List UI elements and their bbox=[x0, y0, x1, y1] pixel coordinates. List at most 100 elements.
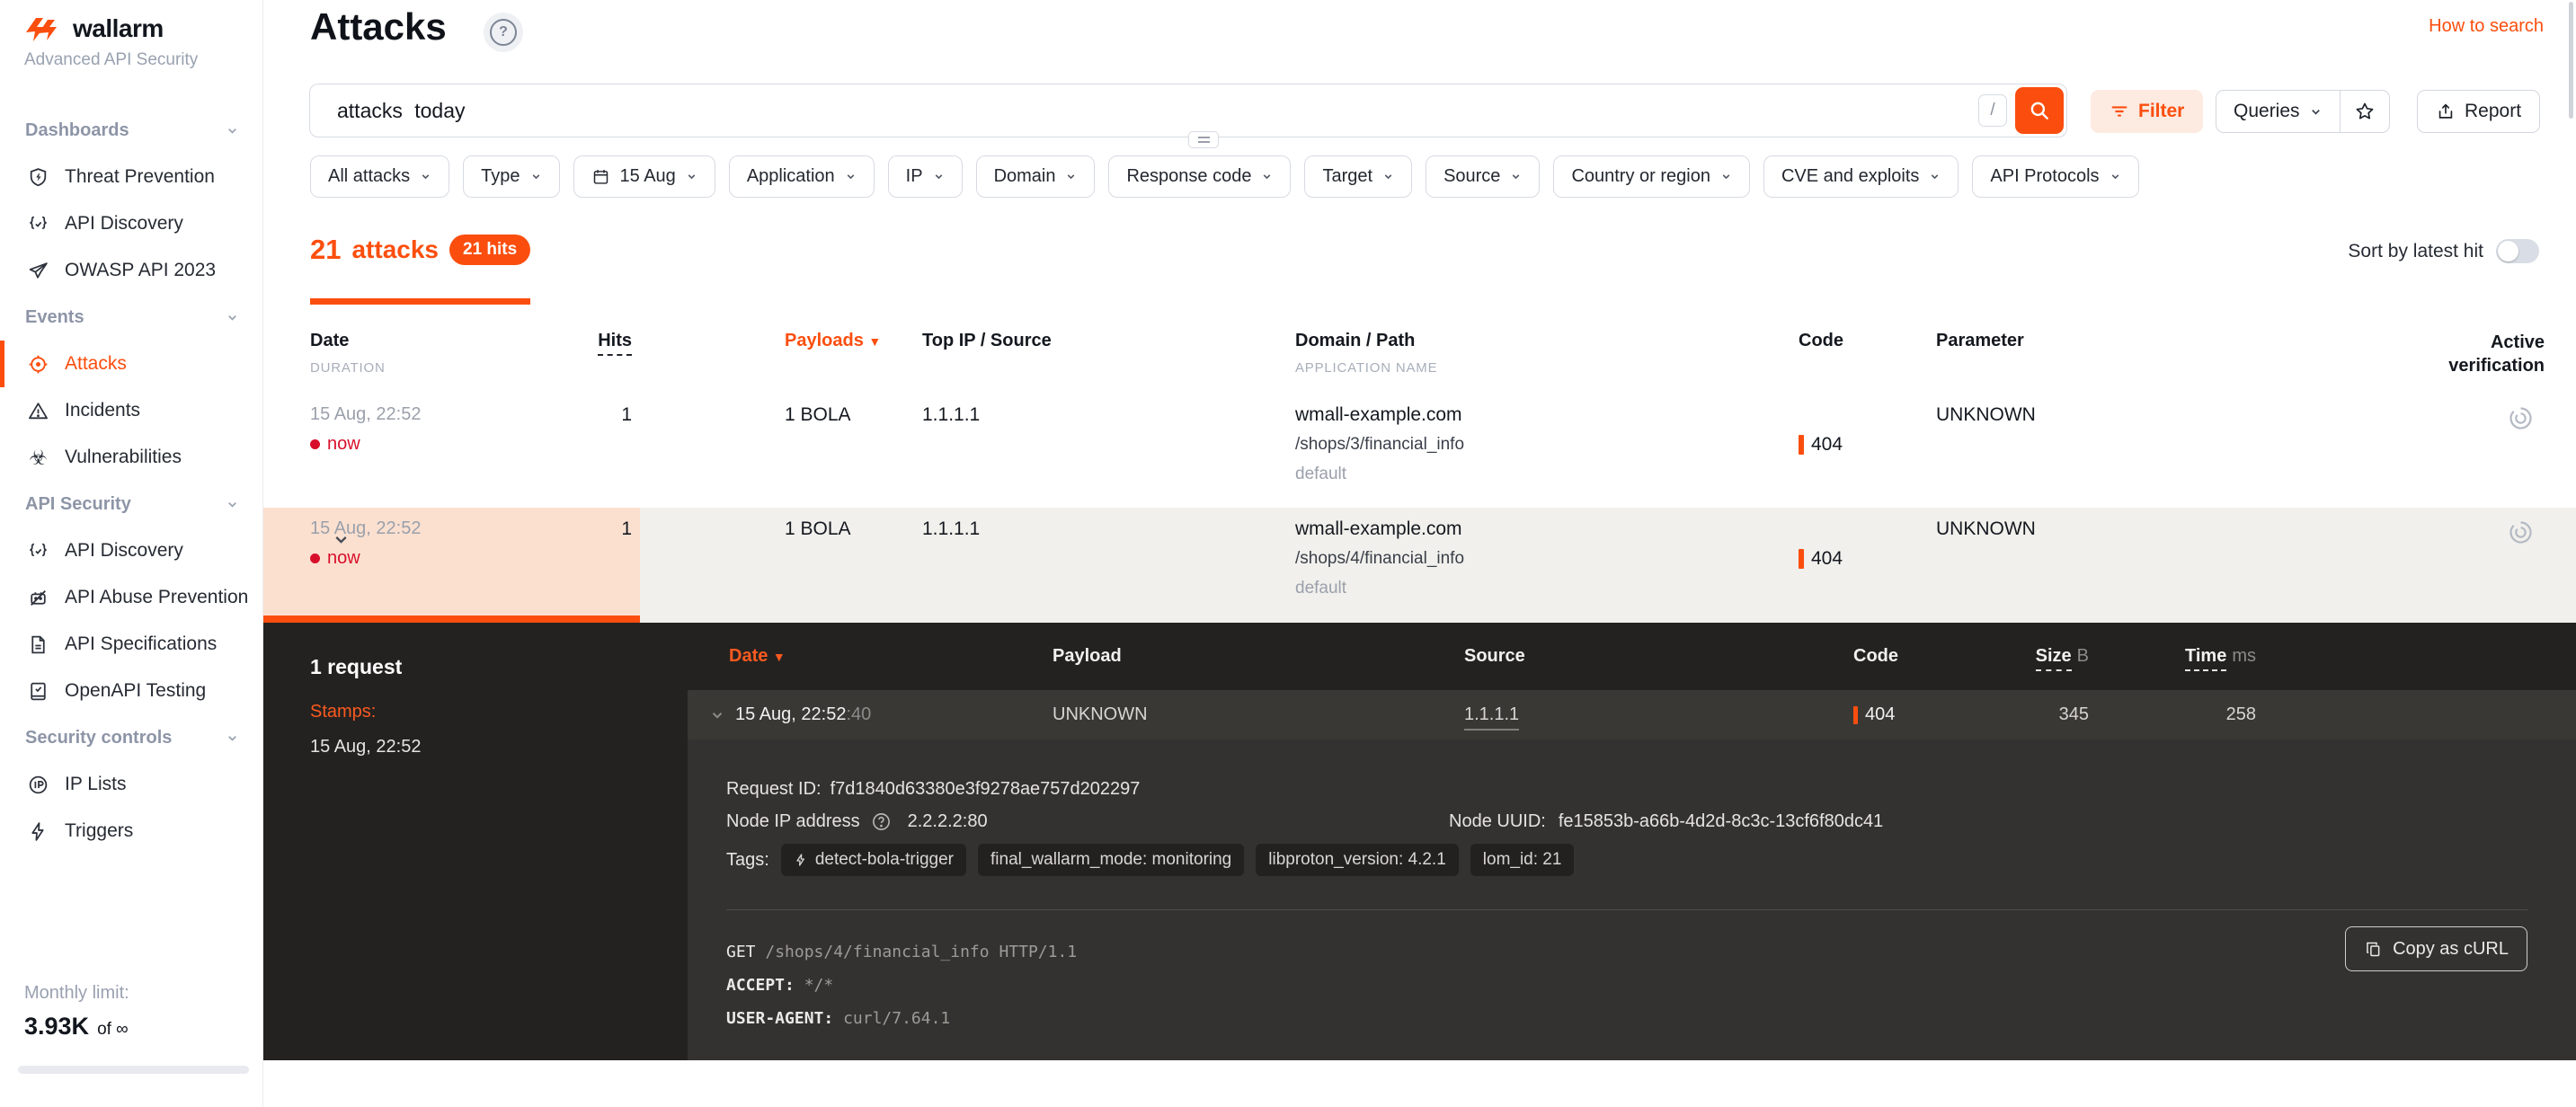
report-button[interactable]: Report bbox=[2417, 90, 2540, 133]
sidebar-item-attacks[interactable]: Attacks bbox=[0, 341, 262, 387]
chevron-down-icon bbox=[226, 731, 239, 745]
sidebar-item-vulnerabilities[interactable]: ☣ Vulnerabilities bbox=[0, 434, 262, 481]
stamps-label: Stamps: bbox=[310, 702, 376, 722]
req-col-date-sort[interactable]: Date ▼ bbox=[688, 646, 1053, 667]
main-content: Attacks ? How to search / Filter Queries… bbox=[262, 0, 2576, 1107]
braces-check-icon bbox=[27, 540, 49, 562]
chip-target[interactable]: Target bbox=[1304, 155, 1412, 198]
sidebar-item-api-discovery-2[interactable]: API Discovery bbox=[0, 527, 262, 574]
chip-ip[interactable]: IP bbox=[888, 155, 963, 198]
chip-source[interactable]: Source bbox=[1426, 155, 1540, 198]
tag[interactable]: lom_id: 21 bbox=[1470, 844, 1575, 876]
sidebar-item-threat-prevention[interactable]: Threat Prevention bbox=[0, 154, 262, 200]
monthly-limit: Monthly limit: 3.93K of ∞ bbox=[0, 983, 250, 1041]
chevron-down-icon[interactable] bbox=[709, 707, 725, 723]
col-code: Code bbox=[1799, 331, 1936, 377]
attacks-count-tab[interactable]: 21 attacks 21 hits bbox=[310, 234, 530, 305]
chevron-down-icon bbox=[1382, 171, 1394, 182]
monthly-limit-value: 3.93K bbox=[24, 1013, 89, 1041]
filter-button[interactable]: Filter bbox=[2091, 90, 2203, 133]
sort-desc-icon: ▼ bbox=[868, 334, 881, 349]
req-col-time-sort[interactable]: Time bbox=[2185, 646, 2226, 671]
chip-all-attacks[interactable]: All attacks bbox=[310, 155, 449, 198]
chevron-down-icon bbox=[226, 124, 239, 137]
shield-bolt-icon bbox=[27, 166, 49, 189]
chip-type[interactable]: Type bbox=[463, 155, 559, 198]
monthly-limit-suffix: of ∞ bbox=[97, 1020, 129, 1040]
sidebar: wallarm Advanced API Security Dashboards… bbox=[0, 0, 263, 1107]
queries-button[interactable]: Queries bbox=[2216, 91, 2340, 132]
sidebar-item-api-specifications[interactable]: API Specifications bbox=[0, 621, 262, 668]
tag[interactable]: detect-bola-trigger bbox=[781, 844, 966, 876]
brand-name: wallarm bbox=[73, 14, 164, 43]
chip-date[interactable]: 15 Aug bbox=[573, 155, 715, 198]
how-to-search-link[interactable]: How to search bbox=[2429, 16, 2544, 37]
sidebar-item-ip-lists[interactable]: IP Lists bbox=[0, 761, 262, 808]
chevron-down-icon bbox=[933, 171, 945, 182]
star-icon bbox=[2354, 101, 2376, 122]
search-button[interactable] bbox=[2015, 87, 2064, 134]
attack-detail-panel: 1 request Stamps: 15 Aug, 22:52 Date ▼ P… bbox=[262, 623, 2576, 1060]
favorite-queries-button[interactable] bbox=[2340, 91, 2389, 132]
sidebar-item-openapi-testing[interactable]: OpenAPI Testing bbox=[0, 668, 262, 714]
live-dot-icon bbox=[310, 439, 320, 449]
nav-group-events[interactable]: Events bbox=[0, 294, 262, 341]
braces-check-icon bbox=[27, 213, 49, 235]
chip-application[interactable]: Application bbox=[729, 155, 875, 198]
sidebar-item-triggers[interactable]: Triggers bbox=[0, 808, 262, 855]
question-circle-icon[interactable] bbox=[871, 811, 892, 832]
chip-country[interactable]: Country or region bbox=[1553, 155, 1750, 198]
active-verification-icon[interactable] bbox=[2507, 518, 2535, 546]
paper-plane-icon bbox=[27, 260, 49, 282]
source-ip-link[interactable]: 1.1.1.1 bbox=[1464, 704, 1519, 731]
status-code-bar bbox=[1799, 549, 1804, 569]
search-resize-handle[interactable] bbox=[1188, 131, 1219, 148]
sort-toggle[interactable] bbox=[2496, 239, 2539, 263]
nav-group-dashboards[interactable]: Dashboards bbox=[0, 107, 262, 154]
chip-api-protocols[interactable]: API Protocols bbox=[1972, 155, 2138, 198]
col-hits-sort[interactable]: Hits bbox=[598, 331, 632, 356]
ip-circle-icon bbox=[27, 774, 49, 796]
search-input[interactable] bbox=[310, 84, 1937, 137]
tag[interactable]: libproton_version: 4.2.1 bbox=[1256, 844, 1459, 876]
nav-group-security-controls[interactable]: Security controls bbox=[0, 714, 262, 761]
sidebar-item-api-abuse-prevention[interactable]: API Abuse Prevention bbox=[0, 574, 262, 621]
copy-as-curl-button[interactable]: Copy as cURL bbox=[2345, 926, 2527, 971]
sidebar-item-incidents[interactable]: Incidents bbox=[0, 387, 262, 434]
chevron-down-icon bbox=[686, 171, 697, 182]
sidebar-item-owasp-api-2023[interactable]: OWASP API 2023 bbox=[0, 247, 262, 294]
chevron-down-icon bbox=[2309, 105, 2323, 119]
req-col-size-sort[interactable]: Size bbox=[2036, 646, 2072, 671]
attack-row-expanded[interactable]: 15 Aug, 22:52 now 1 1 BOLA 1.1.1.1 wmall… bbox=[262, 508, 2576, 623]
req-col-source: Source bbox=[1464, 646, 1853, 667]
target-icon bbox=[27, 353, 49, 376]
biohazard-icon: ☣ bbox=[27, 447, 49, 469]
brand-logo[interactable]: wallarm bbox=[0, 0, 262, 43]
chip-domain[interactable]: Domain bbox=[976, 155, 1096, 198]
attack-row[interactable]: 15 Aug, 22:52 now 1 1 BOLA 1.1.1.1 wmall… bbox=[262, 394, 2576, 508]
upload-icon bbox=[2436, 102, 2456, 121]
request-row[interactable]: 15 Aug, 22:52:40 UNKNOWN 1.1.1.1 404 345… bbox=[688, 690, 2576, 739]
queries-group: Queries bbox=[2216, 90, 2390, 133]
chevron-down-icon[interactable] bbox=[332, 530, 351, 549]
chevron-down-icon bbox=[1065, 171, 1077, 182]
slash-shortcut-key: / bbox=[1978, 94, 2007, 127]
requests-table-header: Date ▼ Payload Source Code SizeB Timems bbox=[688, 623, 2576, 690]
col-date: Date DURATION bbox=[310, 331, 591, 377]
col-duration: DURATION bbox=[310, 360, 591, 376]
filter-chips: All attacks Type 15 Aug Application IP D… bbox=[310, 155, 2139, 198]
warning-triangle-icon bbox=[27, 400, 49, 422]
chevron-down-icon bbox=[530, 171, 542, 182]
chevron-down-icon bbox=[1720, 171, 1732, 182]
tag[interactable]: final_wallarm_mode: monitoring bbox=[978, 844, 1244, 876]
chip-response-code[interactable]: Response code bbox=[1108, 155, 1291, 198]
sort-label: Sort by latest hit bbox=[2348, 241, 2483, 262]
chip-cve[interactable]: CVE and exploits bbox=[1763, 155, 1959, 198]
help-icon[interactable]: ? bbox=[484, 13, 523, 52]
nav-group-api-security[interactable]: API Security bbox=[0, 481, 262, 527]
col-payloads-sort[interactable]: Payloads ▼ bbox=[785, 331, 922, 377]
sidebar-item-api-discovery[interactable]: API Discovery bbox=[0, 200, 262, 247]
active-verification-icon[interactable] bbox=[2507, 404, 2535, 432]
vertical-scrollbar[interactable] bbox=[2569, 2, 2573, 119]
live-dot-icon bbox=[310, 554, 320, 563]
